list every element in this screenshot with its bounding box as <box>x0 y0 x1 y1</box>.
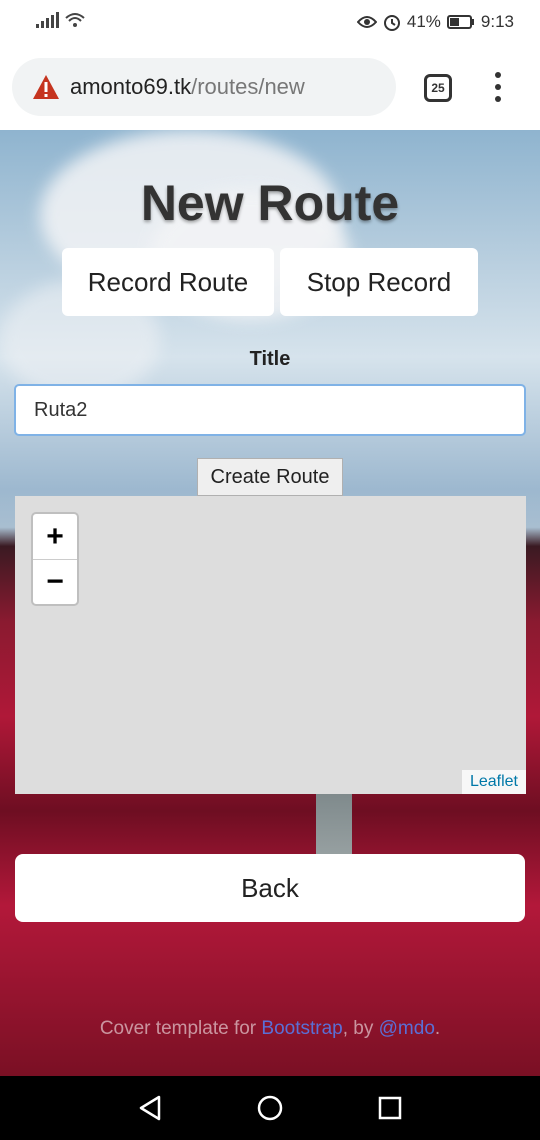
leaflet-attribution-link[interactable]: Leaflet <box>461 770 526 794</box>
warning-icon[interactable] <box>32 74 60 100</box>
system-nav-bar <box>0 1076 540 1140</box>
page-content: New Route Record Route Stop Record Title… <box>0 130 540 1076</box>
page-title: New Route <box>140 175 400 231</box>
nav-back-icon[interactable] <box>138 1095 162 1121</box>
back-button[interactable]: Back <box>15 854 525 922</box>
eye-icon <box>356 16 377 28</box>
title-input[interactable]: Ruta2 <box>14 384 526 436</box>
battery-icon <box>446 15 474 29</box>
nav-home-icon[interactable] <box>257 1095 283 1121</box>
record-route-button[interactable]: Record Route <box>62 248 274 316</box>
overflow-menu-icon[interactable] <box>488 72 508 102</box>
url-domain: amonto69.tk <box>70 74 192 99</box>
tab-count: 25 <box>431 81 445 95</box>
footer-prefix: Cover template for <box>99 1018 262 1039</box>
url-path: /routes/new <box>191 74 305 99</box>
footer: Cover template for Bootstrap, by @mdo. <box>0 1018 540 1040</box>
nav-recents-icon[interactable] <box>378 1096 402 1120</box>
battery-percent: 41% <box>406 12 441 31</box>
browser-toolbar: amonto69.tk/routes/new 25 <box>0 44 540 130</box>
address-bar[interactable]: amonto69.tk/routes/new <box>12 58 396 116</box>
zoom-out-button[interactable]: − <box>33 559 77 604</box>
clock: 9:13 <box>480 12 514 31</box>
alarm-icon <box>383 15 400 31</box>
signal-icon <box>36 12 59 28</box>
url-text: amonto69.tk/routes/new <box>70 74 305 100</box>
stop-record-button[interactable]: Stop Record <box>280 248 478 316</box>
footer-suffix: . <box>434 1018 441 1039</box>
title-label: Title <box>249 348 291 370</box>
footer-by: , by <box>342 1018 379 1039</box>
bootstrap-link[interactable]: Bootstrap <box>261 1018 342 1039</box>
create-route-button[interactable]: Create Route <box>197 458 343 496</box>
author-link[interactable]: @mdo <box>379 1018 435 1039</box>
tab-switcher-icon[interactable]: 25 <box>424 74 452 102</box>
zoom-in-button[interactable]: + <box>33 514 77 559</box>
status-bar: 41% 9:13 <box>0 0 540 44</box>
wifi-icon <box>65 13 85 27</box>
zoom-control: + − <box>31 512 79 606</box>
map[interactable]: + − Leaflet <box>15 496 526 794</box>
